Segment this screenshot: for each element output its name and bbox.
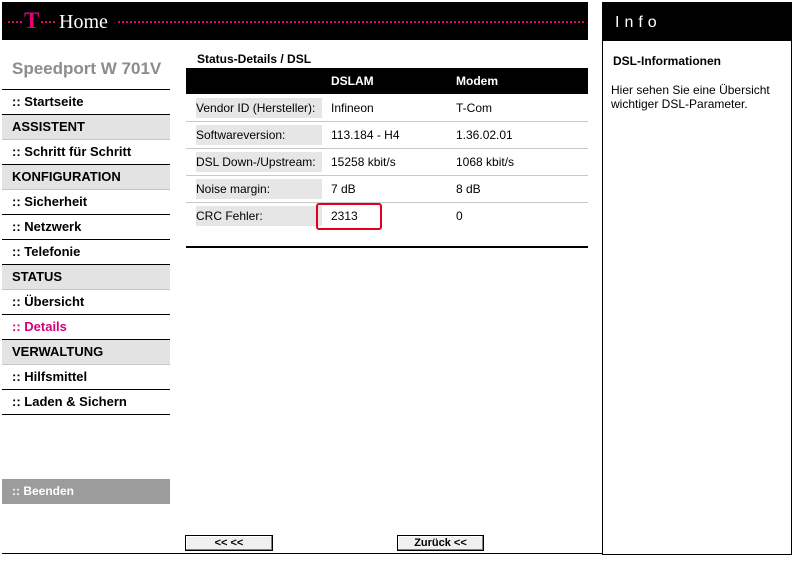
dslam-value: 15258 kbit/s (331, 155, 396, 169)
page-title: Status-Details / DSL (197, 52, 312, 66)
sidebar-section-status: STATUS (2, 265, 170, 290)
modem-value: 8 dB (456, 182, 481, 196)
device-title: Speedport W 701V (12, 59, 162, 78)
sidebar-item-hilfsmittel[interactable]: :: Hilfsmittel (2, 365, 170, 390)
footer-divider (2, 553, 602, 554)
column-header-modem: Modem (456, 74, 498, 88)
sidebar-item-schritt-fuer-schritt[interactable]: :: Schritt für Schritt (2, 140, 170, 165)
modem-value: 1.36.02.01 (456, 128, 513, 142)
header-dots (41, 21, 55, 23)
row-label: DSL Down-/Upstream: (196, 152, 322, 172)
row-label: Vendor ID (Hersteller): (196, 98, 322, 118)
modem-value: 1068 kbit/s (456, 155, 515, 169)
telekom-t-logo: T (24, 8, 40, 33)
dslam-value: Infineon (331, 101, 374, 115)
logout-button[interactable]: :: Beenden (2, 479, 170, 504)
dslam-value: 7 dB (331, 182, 356, 196)
header-bar: T Home (2, 2, 588, 40)
table-row: Noise margin: 7 dB 8 dB (186, 176, 588, 203)
row-label: Softwareversion: (196, 125, 322, 145)
modem-value: T-Com (456, 101, 492, 115)
sidebar-section-konfiguration: KONFIGURATION (2, 165, 170, 190)
modem-value: 0 (456, 209, 463, 223)
table-bottom-rule (186, 246, 588, 248)
crc-highlight-box (316, 203, 382, 230)
dslam-value: 113.184 - H4 (331, 128, 400, 142)
header-dots (8, 21, 22, 23)
sidebar-item-laden-sichern[interactable]: :: Laden & Sichern (2, 390, 170, 415)
header-dots (118, 21, 584, 23)
table-row: CRC Fehler: 2313 0 (186, 203, 588, 229)
info-panel: Info DSL-Informationen Hier sehen Sie ei… (602, 2, 792, 555)
info-heading: Info (603, 3, 791, 41)
back-button[interactable]: Zurück << (397, 535, 484, 551)
table-row: DSL Down-/Upstream: 15258 kbit/s 1068 kb… (186, 149, 588, 176)
sidebar-section-verwaltung: VERWALTUNG (2, 340, 170, 365)
sidebar-item-telefonie[interactable]: :: Telefonie (2, 240, 170, 265)
sidebar-section-assistent: ASSISTENT (2, 115, 170, 140)
brand-home-label: Home (59, 11, 108, 33)
table-header: DSLAM Modem (186, 68, 588, 94)
sidebar-item-sicherheit[interactable]: :: Sicherheit (2, 190, 170, 215)
sidebar-item-startseite[interactable]: :: Startseite (2, 89, 170, 115)
info-text: Hier sehen Sie eine Übersicht wichtiger … (611, 83, 770, 111)
table-row: Vendor ID (Hersteller): Infineon T-Com (186, 95, 588, 122)
row-label: Noise margin: (196, 179, 322, 199)
sidebar-item-netzwerk[interactable]: :: Netzwerk (2, 215, 170, 240)
column-header-dslam: DSLAM (331, 74, 374, 88)
info-title: DSL-Informationen (613, 54, 721, 68)
sidebar-item-uebersicht[interactable]: :: Übersicht (2, 290, 170, 315)
row-label: CRC Fehler: (196, 206, 322, 226)
sidebar-item-details[interactable]: :: Details (2, 315, 170, 340)
sidebar-nav: :: Startseite ASSISTENT :: Schritt für S… (2, 89, 170, 415)
prev-button[interactable]: << << (185, 535, 273, 551)
table-row: Softwareversion: 113.184 - H4 1.36.02.01 (186, 122, 588, 149)
